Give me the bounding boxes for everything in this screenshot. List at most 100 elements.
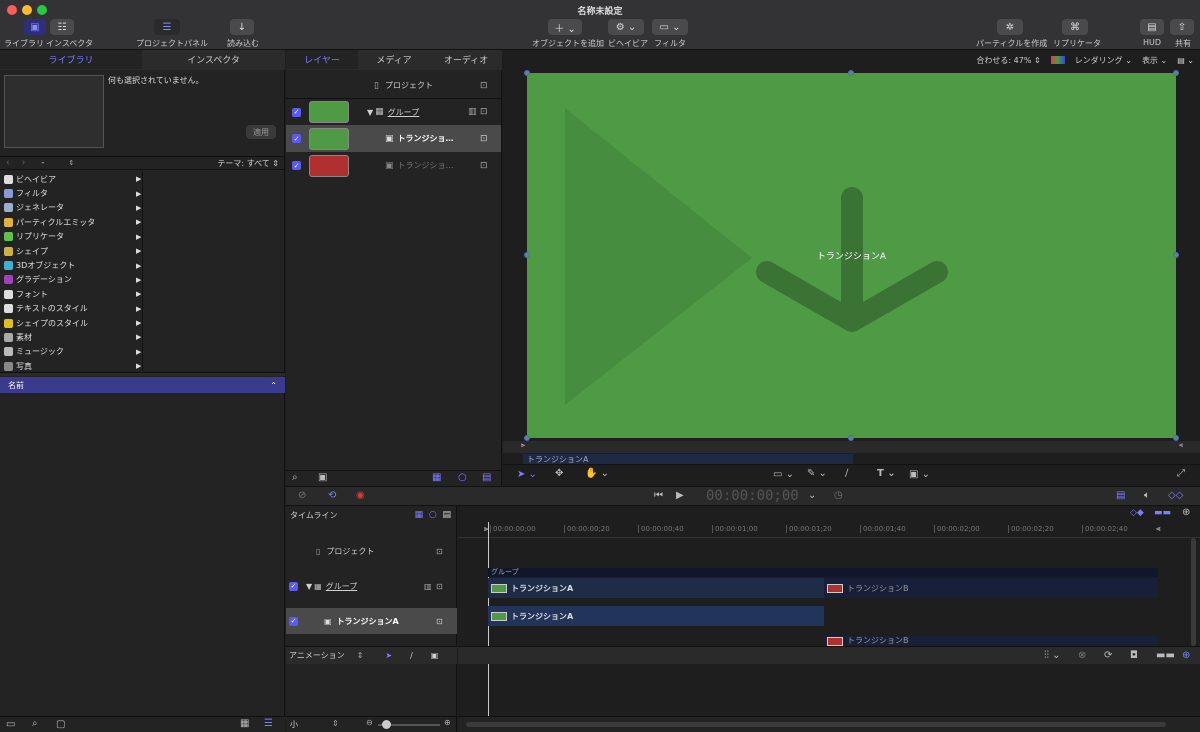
text-tool-icon[interactable]: T ⌄ xyxy=(877,468,896,479)
refresh-icon[interactable]: ⟳ xyxy=(1104,650,1112,661)
folder-icon[interactable]: ▭ xyxy=(6,719,15,730)
lock-icon[interactable]: ⊡ xyxy=(436,617,443,626)
category-item[interactable]: ジェネレータ ▶ xyxy=(0,201,142,215)
bezier-icon[interactable]: ✎ ⌄ xyxy=(807,468,827,479)
clip-transition-a[interactable]: トランジションA xyxy=(488,578,824,598)
make-particles-button[interactable]: ✲ xyxy=(997,19,1023,35)
category-item[interactable]: グラデーション ▶ xyxy=(0,273,142,287)
circle-icon[interactable]: ○ xyxy=(458,472,467,483)
mini-timeline-clip[interactable]: トランジションA xyxy=(523,454,853,464)
tab-layers[interactable]: レイヤー xyxy=(286,50,358,69)
speaker-icon[interactable]: 🔈︎ xyxy=(1144,490,1150,501)
clip-transition-b[interactable]: トランジションB xyxy=(824,578,1158,598)
lock-icon[interactable]: ⊡ xyxy=(480,134,488,144)
mute-circle-icon[interactable]: ⊗ xyxy=(1078,650,1086,661)
lock-icon[interactable]: ⊡ xyxy=(436,547,443,556)
category-item[interactable]: シェイプ ▶ xyxy=(0,244,142,258)
inspector-toggle-button[interactable]: ☷ xyxy=(50,19,74,35)
project-panel-button[interactable]: ☰ xyxy=(154,19,180,35)
animation-popup[interactable]: アニメーション xyxy=(289,650,345,661)
film-icon[interactable]: ▤ xyxy=(1116,490,1125,501)
channels-icon[interactable] xyxy=(1050,56,1065,64)
zoom-out-icon[interactable]: ⊖ xyxy=(366,718,373,727)
keyframe-icon[interactable]: ◇◆ xyxy=(1130,508,1144,518)
clip-transition-a-track[interactable]: トランジションA xyxy=(488,606,824,626)
timeline-view-icons[interactable]: ▦ ○ ▤ xyxy=(415,510,451,520)
tab-inspector[interactable]: インスペクタ xyxy=(142,50,285,69)
shape-mask-icon[interactable]: ▭ ⌄ xyxy=(773,469,794,480)
behavior-button[interactable]: ⚙ ⌄ xyxy=(608,19,644,35)
zoom-popup[interactable]: 合わせる: 47% ⇕ xyxy=(976,55,1040,66)
group-checkbox[interactable]: ✓ xyxy=(292,107,301,117)
selection-handle[interactable] xyxy=(848,70,854,76)
snap-icon[interactable]: ▬▬ xyxy=(1154,508,1171,518)
split-handle[interactable] xyxy=(0,372,285,376)
search-icon[interactable]: ⌕ xyxy=(32,718,38,729)
tab-library[interactable]: ライブラリ xyxy=(0,50,142,69)
replicator-button[interactable]: ⌘ xyxy=(1062,19,1088,35)
preview-icon[interactable]: ▢ xyxy=(56,719,65,730)
lock-icon[interactable]: ⊡ xyxy=(480,107,488,117)
timeline-zoom-icon[interactable]: ⊕ xyxy=(1182,507,1190,518)
zoom-in-icon[interactable]: ⊕ xyxy=(1182,650,1190,661)
size-popup[interactable]: 小 xyxy=(290,719,298,730)
render-popup[interactable]: レンダリング ⌄ xyxy=(1075,55,1132,66)
keyframe-nav-icon[interactable]: ◇◇ xyxy=(1168,490,1183,501)
timeline-ruler[interactable]: 00:00:00;00 00:00:00;20 00:00:00;40 00:00:0… xyxy=(458,522,1200,538)
in-marker-icon[interactable]: ⫸ xyxy=(521,441,525,450)
category-item[interactable]: ビヘイビア ▶ xyxy=(0,172,142,186)
import-button[interactable]: ↓ xyxy=(230,19,254,35)
category-item[interactable]: フォント ▶ xyxy=(0,287,142,301)
mask-icon[interactable]: ▣ ⌄ xyxy=(909,469,930,480)
list-view-icon[interactable]: ☰ xyxy=(264,718,273,729)
canvas-frame[interactable]: トランジションA xyxy=(527,73,1176,438)
timeline-row-project[interactable]: ▯ プロジェクト ⊡ xyxy=(286,538,457,564)
pan-icon[interactable]: ✥ xyxy=(555,468,563,479)
play-range-end-icon[interactable]: ⫷ xyxy=(1156,524,1161,534)
crop-icon[interactable]: ▣ xyxy=(431,651,439,660)
disclosure-triangle-icon[interactable]: ▼ xyxy=(367,108,373,117)
add-object-button[interactable]: ＋ ⌄ xyxy=(548,19,582,35)
name-column-header[interactable]: 名前 ⌃ xyxy=(0,377,285,393)
grid-icon[interactable]: ▦ xyxy=(432,472,441,483)
expand-icon[interactable]: ⤢ xyxy=(1177,468,1185,479)
lock-icon[interactable]: ⊡ xyxy=(480,81,488,91)
zoom-in-icon[interactable]: ⊕ xyxy=(444,718,451,727)
mute-icon[interactable]: ⊘ xyxy=(298,490,306,501)
timeline-row-transition-a[interactable]: ✓ ▣ トランジションA ⊡ xyxy=(286,608,457,634)
grid-view-icon[interactable]: ▦ xyxy=(240,718,249,729)
category-popup[interactable]: - xyxy=(41,158,44,168)
record-icon[interactable]: ◉ xyxy=(356,490,365,501)
category-item[interactable]: ミュージック ▶ xyxy=(0,345,142,359)
canvas-title-text[interactable]: トランジションA xyxy=(527,249,1176,262)
play-icon[interactable]: ▶ xyxy=(676,490,684,501)
disclosure-triangle-icon[interactable]: ▼ xyxy=(306,582,312,591)
layer-row-transition-a[interactable]: ✓ ▣ トランジショ… ⊡ xyxy=(286,125,501,152)
snap-toggle-icon[interactable]: ▬▬ xyxy=(1156,650,1175,661)
group-track-bar[interactable]: グループ xyxy=(488,568,1158,577)
tab-media[interactable]: メディア xyxy=(358,50,430,69)
camera-icon[interactable]: ◘ xyxy=(1130,650,1138,661)
library-toggle-button[interactable]: ▣ xyxy=(24,19,46,35)
timecode-chevron-icon[interactable]: ⌄ xyxy=(808,490,816,501)
filter-button[interactable]: ▭ ⌄ xyxy=(652,19,688,35)
tab-audio[interactable]: オーディオ xyxy=(430,50,502,69)
go-to-start-icon[interactable]: ⏮ xyxy=(654,490,663,501)
loop-icon[interactable]: ⟲ xyxy=(328,490,336,501)
category-item[interactable]: シェイプのスタイル ▶ xyxy=(0,316,142,330)
category-item[interactable]: リプリケータ ▶ xyxy=(0,230,142,244)
apply-button[interactable]: 適用 xyxy=(246,125,276,139)
selection-handle[interactable] xyxy=(1173,70,1179,76)
pen-icon[interactable]: ∕ xyxy=(410,651,413,660)
timeline-row-group[interactable]: ✓ ▼ ▦ グループ ▥ ⊡ xyxy=(286,572,457,600)
timeline-transition-checkbox[interactable]: ✓ xyxy=(289,616,298,626)
theme-popup[interactable]: テーマ: すべて ⇕ xyxy=(217,158,279,169)
back-arrow-icon[interactable]: ‹ xyxy=(6,158,10,168)
transition-a-checkbox[interactable]: ✓ xyxy=(292,134,301,143)
category-item[interactable]: 3Dオブジェクト ▶ xyxy=(0,258,142,272)
select-arrow-icon[interactable]: ➤ xyxy=(385,651,392,660)
layout-icon[interactable]: ▤ ⌄ xyxy=(1177,56,1194,65)
select-arrow-icon[interactable]: ➤ ⌄ xyxy=(517,469,537,480)
waveform-icon[interactable]: ⫶⫶ ⌄ xyxy=(1044,650,1061,661)
playhead-marker-icon[interactable]: ⫸ xyxy=(484,524,489,534)
